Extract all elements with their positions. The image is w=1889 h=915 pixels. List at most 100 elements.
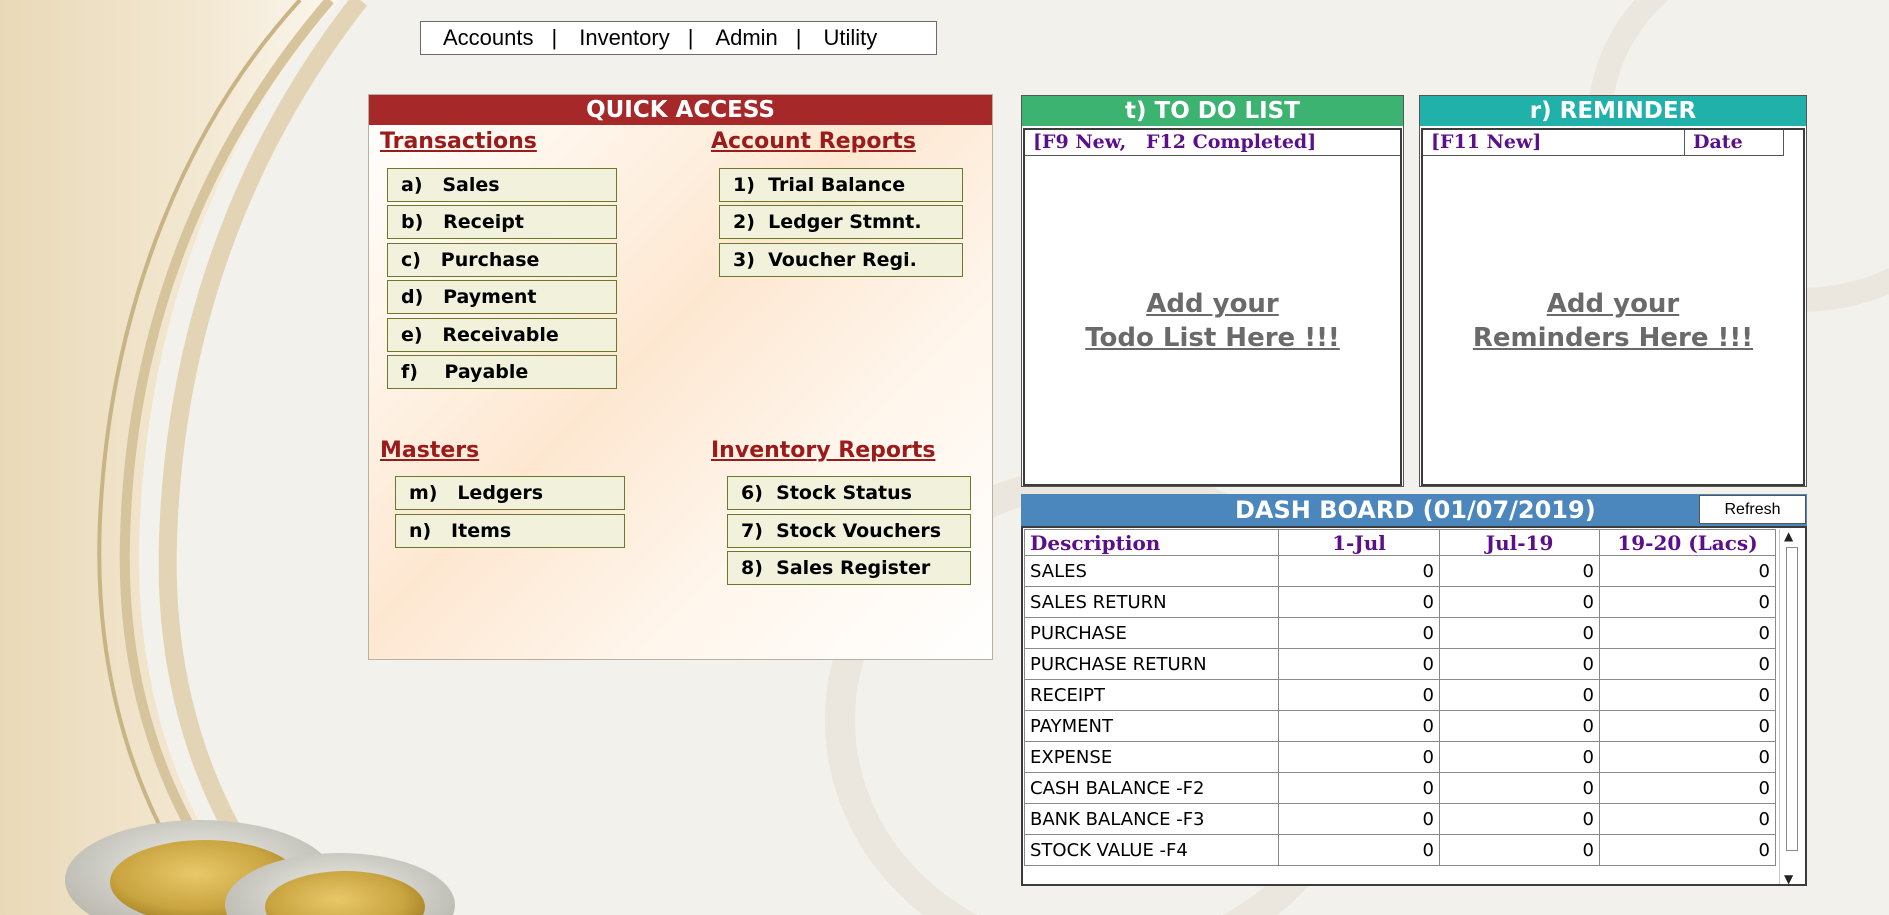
menu-utility[interactable]: Utility xyxy=(802,25,878,51)
dashboard-title: DASH BOARD (01/07/2019) xyxy=(1235,496,1596,524)
ledgers-button[interactable]: m) Ledgers xyxy=(395,476,625,510)
column-header-year: 19-20 (Lacs) xyxy=(1599,529,1776,556)
dashboard-header-row: Description 1-Jul Jul-19 19-20 (Lacs) xyxy=(1024,529,1776,556)
menu-separator: | xyxy=(687,25,694,50)
todo-panel: t) TO DO LIST [F9 New, F12 Completed] Ad… xyxy=(1021,95,1404,487)
items-button[interactable]: n) Items xyxy=(395,514,625,548)
row-value: 0 xyxy=(1439,834,1600,866)
row-description: SALES RETURN xyxy=(1024,586,1279,618)
quick-access-panel: QUICK ACCESS Transactions a) Sales b) Re… xyxy=(368,94,993,660)
receipt-button[interactable]: b) Receipt xyxy=(387,205,617,239)
reminder-shortcut-header: [F11 New] xyxy=(1423,130,1685,156)
payable-button[interactable]: f) Payable xyxy=(387,355,617,389)
row-value: 0 xyxy=(1439,555,1600,587)
reminder-date-header: Date xyxy=(1685,130,1784,156)
todo-add-prompt[interactable]: Add your Todo List Here !!! xyxy=(1025,287,1400,355)
row-value: 0 xyxy=(1278,617,1440,649)
sales-button[interactable]: a) Sales xyxy=(387,168,617,202)
reminder-title: r) REMINDER xyxy=(1420,96,1806,126)
refresh-button[interactable]: Refresh xyxy=(1699,495,1806,524)
row-value: 0 xyxy=(1278,834,1440,866)
row-value: 0 xyxy=(1278,555,1440,587)
todo-list-area[interactable]: [F9 New, F12 Completed] Add your Todo Li… xyxy=(1023,128,1402,486)
row-value: 0 xyxy=(1439,617,1600,649)
trial-balance-button[interactable]: 1) Trial Balance xyxy=(719,168,963,202)
row-value: 0 xyxy=(1439,586,1600,618)
row-value: 0 xyxy=(1599,555,1776,587)
row-value: 0 xyxy=(1439,741,1600,773)
row-description: PURCHASE xyxy=(1024,617,1279,649)
row-value: 0 xyxy=(1599,803,1776,835)
row-value: 0 xyxy=(1599,834,1776,866)
menu-separator: | xyxy=(795,25,802,50)
row-value: 0 xyxy=(1599,648,1776,680)
todo-shortcut-header: [F9 New, F12 Completed] xyxy=(1025,130,1400,156)
row-value: 0 xyxy=(1439,803,1600,835)
transactions-heading: Transactions xyxy=(380,129,537,154)
purchase-button[interactable]: c) Purchase xyxy=(387,243,617,277)
table-row[interactable]: BANK BALANCE -F3 0 0 0 xyxy=(1024,803,1776,835)
row-value: 0 xyxy=(1278,648,1440,680)
dashboard-title-bar: DASH BOARD (01/07/2019) xyxy=(1021,494,1807,526)
row-value: 0 xyxy=(1599,772,1776,804)
stock-vouchers-button[interactable]: 7) Stock Vouchers xyxy=(727,514,971,548)
row-value: 0 xyxy=(1278,772,1440,804)
todo-title: t) TO DO LIST xyxy=(1022,96,1403,126)
dashboard-scrollbar[interactable]: ▲ ▼ xyxy=(1779,529,1804,886)
row-value: 0 xyxy=(1278,679,1440,711)
column-header-day: 1-Jul xyxy=(1278,529,1440,556)
payment-button[interactable]: d) Payment xyxy=(387,280,617,314)
row-description: RECEIPT xyxy=(1024,679,1279,711)
row-value: 0 xyxy=(1439,710,1600,742)
main-menu-bar: Accounts | Inventory | Admin | Utility xyxy=(420,21,937,55)
table-row[interactable]: PURCHASE 0 0 0 xyxy=(1024,617,1776,649)
quick-access-title: QUICK ACCESS xyxy=(369,95,992,125)
row-value: 0 xyxy=(1599,617,1776,649)
row-value: 0 xyxy=(1278,803,1440,835)
column-header-month: Jul-19 xyxy=(1439,529,1600,556)
todo-add-line1: Add your xyxy=(1146,289,1279,319)
reminder-list-area[interactable]: [F11 New] Date Add your Reminders Here !… xyxy=(1421,128,1805,486)
table-row[interactable]: PURCHASE RETURN 0 0 0 xyxy=(1024,648,1776,680)
row-value: 0 xyxy=(1278,710,1440,742)
dashboard-table-frame: Description 1-Jul Jul-19 19-20 (Lacs) SA… xyxy=(1021,526,1807,886)
menu-accounts[interactable]: Accounts xyxy=(421,25,534,51)
row-description: BANK BALANCE -F3 xyxy=(1024,803,1279,835)
row-value: 0 xyxy=(1278,741,1440,773)
scroll-up-arrow-icon[interactable]: ▲ xyxy=(1784,529,1793,543)
reminder-add-prompt[interactable]: Add your Reminders Here !!! xyxy=(1423,287,1803,355)
stock-status-button[interactable]: 6) Stock Status xyxy=(727,476,971,510)
todo-add-line2: Todo List Here !!! xyxy=(1085,323,1340,353)
table-row[interactable]: STOCK VALUE -F4 0 0 0 xyxy=(1024,834,1776,866)
row-description: EXPENSE xyxy=(1024,741,1279,773)
menu-separator: | xyxy=(551,25,558,50)
row-value: 0 xyxy=(1599,710,1776,742)
row-description: CASH BALANCE -F2 xyxy=(1024,772,1279,804)
scroll-down-arrow-icon[interactable]: ▼ xyxy=(1784,872,1793,886)
row-value: 0 xyxy=(1278,586,1440,618)
receivable-button[interactable]: e) Receivable xyxy=(387,318,617,352)
menu-inventory[interactable]: Inventory xyxy=(557,25,670,51)
dashboard-table: Description 1-Jul Jul-19 19-20 (Lacs) SA… xyxy=(1024,529,1776,866)
table-row[interactable]: SALES 0 0 0 xyxy=(1024,555,1776,587)
reminder-add-line2: Reminders Here !!! xyxy=(1472,323,1754,353)
table-row[interactable]: EXPENSE 0 0 0 xyxy=(1024,741,1776,773)
voucher-register-button[interactable]: 3) Voucher Regi. xyxy=(719,243,963,277)
table-row[interactable]: CASH BALANCE -F2 0 0 0 xyxy=(1024,772,1776,804)
row-value: 0 xyxy=(1439,679,1600,711)
sales-register-button[interactable]: 8) Sales Register xyxy=(727,551,971,585)
row-value: 0 xyxy=(1599,679,1776,711)
row-description: SALES xyxy=(1024,555,1279,587)
table-row[interactable]: PAYMENT 0 0 0 xyxy=(1024,710,1776,742)
row-value: 0 xyxy=(1439,772,1600,804)
menu-admin[interactable]: Admin xyxy=(693,25,777,51)
table-row[interactable]: RECEIPT 0 0 0 xyxy=(1024,679,1776,711)
inventory-reports-heading: Inventory Reports xyxy=(711,438,936,463)
row-value: 0 xyxy=(1599,741,1776,773)
scroll-thumb[interactable] xyxy=(1786,547,1798,851)
ledger-statement-button[interactable]: 2) Ledger Stmnt. xyxy=(719,205,963,239)
column-header-description: Description xyxy=(1024,529,1279,556)
reminder-panel: r) REMINDER [F11 New] Date Add your Remi… xyxy=(1419,95,1807,487)
reminder-add-line1: Add your xyxy=(1546,289,1680,319)
table-row[interactable]: SALES RETURN 0 0 0 xyxy=(1024,586,1776,618)
